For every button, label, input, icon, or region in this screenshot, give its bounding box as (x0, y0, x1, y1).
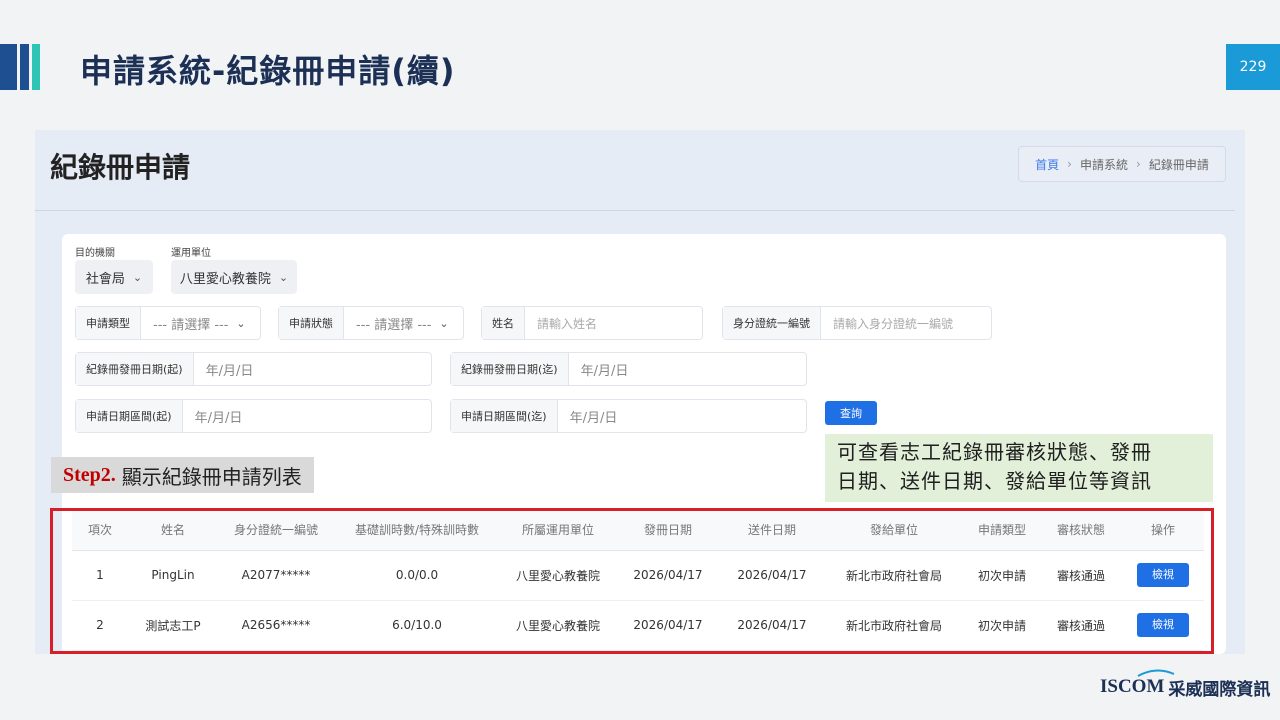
logo-brand: ISCOM (1100, 676, 1165, 697)
highlight-box (50, 508, 1214, 654)
page-title: 紀錄冊申請 (50, 151, 191, 184)
name-input[interactable]: 請輸入姓名 (525, 307, 702, 339)
apply-status-value: --- 請選擇 --- (356, 317, 432, 333)
issue-date-end-input[interactable]: 年/月/日 (569, 353, 806, 385)
dept-select[interactable]: 社會局 ⌄ (75, 260, 153, 294)
apply-type-select[interactable]: --- 請選擇 --- ⌄ (141, 307, 260, 339)
breadcrumb-separator-icon: › (1067, 157, 1072, 171)
issue-date-start-label: 紀錄冊發冊日期(起) (76, 353, 194, 385)
chevron-down-icon: ⌄ (439, 316, 449, 330)
unit-select-value: 八里愛心教養院 (179, 271, 271, 287)
issue-date-end-label: 紀錄冊發冊日期(迄) (451, 353, 569, 385)
apply-status-label: 申請狀態 (279, 307, 344, 339)
step-number: Step2. (63, 463, 116, 486)
apply-date-start-input[interactable]: 年/月/日 (183, 400, 431, 432)
apply-status-field[interactable]: 申請狀態 --- 請選擇 --- ⌄ (278, 306, 464, 340)
apply-type-field[interactable]: 申請類型 --- 請選擇 --- ⌄ (75, 306, 261, 340)
callout-line: 可查看志工紀錄冊審核狀態、發冊 (837, 440, 1152, 464)
company-logo: ISCOM 采威國際資訊 (1100, 669, 1271, 702)
apply-date-start-label: 申請日期區間(起) (76, 400, 183, 432)
chevron-down-icon: ⌄ (236, 316, 246, 330)
unit-select[interactable]: 八里愛心教養院 ⌄ (171, 260, 297, 294)
divider (35, 210, 1235, 211)
issue-date-start-input[interactable]: 年/月/日 (194, 353, 431, 385)
slide-title: 申請系統-紀錄冊申請(續) (80, 52, 456, 90)
query-button[interactable]: 查詢 (825, 401, 877, 425)
header-accent-bar (20, 44, 29, 90)
id-label: 身分證統一編號 (723, 307, 821, 339)
breadcrumb-item-current: 紀錄冊申請 (1148, 157, 1209, 172)
step-text: 顯示紀錄冊申請列表 (121, 464, 302, 489)
apply-date-start-field[interactable]: 申請日期區間(起) 年/月/日 (75, 399, 432, 433)
callout-note: 可查看志工紀錄冊審核狀態、發冊 日期、送件日期、發給單位等資訊 (825, 434, 1213, 502)
breadcrumb-home-link[interactable]: 首頁 (1035, 156, 1059, 173)
dept-select-value: 社會局 (85, 271, 125, 287)
id-field[interactable]: 身分證統一編號 請輸入身分證統一編號 (722, 306, 992, 340)
issue-date-start-field[interactable]: 紀錄冊發冊日期(起) 年/月/日 (75, 352, 432, 386)
apply-type-label: 申請類型 (76, 307, 141, 339)
issue-date-end-field[interactable]: 紀錄冊發冊日期(迄) 年/月/日 (450, 352, 807, 386)
header-accent-bar (32, 44, 40, 90)
apply-date-end-input[interactable]: 年/月/日 (558, 400, 806, 432)
apply-status-select[interactable]: --- 請選擇 --- ⌄ (344, 307, 463, 339)
unit-label: 運用單位 (171, 248, 211, 259)
logo-swoosh-icon (1137, 669, 1175, 677)
id-input[interactable]: 請輸入身分證統一編號 (821, 307, 991, 339)
apply-type-value: --- 請選擇 --- (153, 317, 229, 333)
apply-date-end-field[interactable]: 申請日期區間(迄) 年/月/日 (450, 399, 807, 433)
breadcrumb: 首頁 › 申請系統 › 紀錄冊申請 (1018, 146, 1226, 182)
dept-label: 目的機關 (75, 248, 115, 259)
header-accent-bar (0, 44, 17, 90)
breadcrumb-item[interactable]: 申請系統 (1080, 156, 1128, 173)
breadcrumb-separator-icon: › (1136, 157, 1141, 171)
chevron-down-icon: ⌄ (278, 270, 289, 284)
apply-date-end-label: 申請日期區間(迄) (451, 400, 558, 432)
name-field[interactable]: 姓名 請輸入姓名 (481, 306, 703, 340)
name-label: 姓名 (482, 307, 525, 339)
page-number: 229 (1226, 44, 1280, 90)
logo-company-name: 采威國際資訊 (1168, 679, 1271, 700)
chevron-down-icon: ⌄ (132, 270, 143, 284)
callout-line: 日期、送件日期、發給單位等資訊 (837, 469, 1152, 493)
step-label: Step2. 顯示紀錄冊申請列表 (51, 457, 314, 493)
